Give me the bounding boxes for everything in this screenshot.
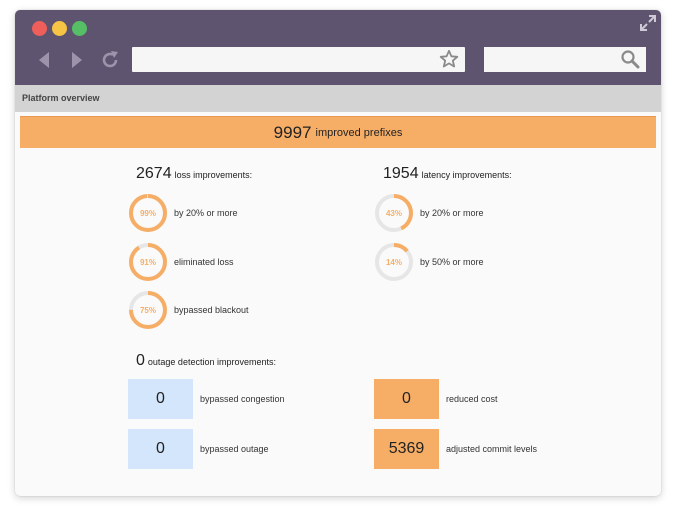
browser-window: Platform overview 9997 improved prefixes… (15, 10, 661, 496)
outage-tile-row: 0 bypassed congestion (128, 379, 285, 419)
ring-percent: 99% (139, 208, 156, 218)
latency-improvements-label: latency improvements: (421, 170, 512, 180)
ring-label: by 50% or more (420, 257, 484, 267)
loss-improvements-label: loss improvements: (174, 170, 253, 180)
back-arrow-icon[interactable] (34, 49, 56, 71)
url-input[interactable] (132, 47, 465, 72)
improved-prefixes-count: 9997 (273, 122, 312, 142)
progress-ring: 99% (128, 193, 168, 233)
stat-tile-label: bypassed outage (200, 444, 269, 454)
ring-percent: 43% (385, 208, 402, 218)
latency-item-row: 14% by 50% or more (374, 242, 484, 282)
latency-item-row: 43% by 20% or more (374, 193, 484, 233)
outage-improvements-count: 0 (136, 352, 145, 369)
ring-percent: 75% (139, 305, 156, 315)
cost-tile-row: 5369 adjusted commit levels (374, 429, 537, 469)
ring-label: by 20% or more (420, 208, 484, 218)
outage-improvements-heading: 0 outage detection improvements: (136, 352, 276, 370)
loss-improvements-heading: 2674 loss improvements: (136, 165, 252, 183)
ring-label: bypassed blackout (174, 305, 249, 315)
stat-tile-label: bypassed congestion (200, 394, 285, 404)
browser-titlebar (15, 10, 661, 85)
expand-icon[interactable] (640, 15, 656, 31)
outage-tile-row: 0 bypassed outage (128, 429, 269, 469)
progress-ring: 14% (374, 242, 414, 282)
breadcrumb: Platform overview (15, 85, 661, 112)
stat-tile: 0 (128, 379, 193, 419)
ring-label: by 20% or more (174, 208, 238, 218)
progress-ring: 75% (128, 290, 168, 330)
close-window-button[interactable] (32, 21, 47, 36)
loss-item-row: 99% by 20% or more (128, 193, 238, 233)
stat-tile: 5369 (374, 429, 439, 469)
progress-ring: 43% (374, 193, 414, 233)
stat-tile: 0 (128, 429, 193, 469)
ring-percent: 91% (139, 257, 156, 267)
progress-ring: 91% (128, 242, 168, 282)
star-icon[interactable] (439, 49, 459, 69)
search-icon[interactable] (620, 49, 640, 69)
zoom-window-button[interactable] (72, 21, 87, 36)
loss-item-row: 91% eliminated loss (128, 242, 234, 282)
outage-improvements-label: outage detection improvements: (147, 357, 276, 367)
cost-tile-row: 0 reduced cost (374, 379, 498, 419)
stat-tile-label: adjusted commit levels (446, 444, 538, 454)
ring-label: eliminated loss (174, 257, 234, 267)
latency-improvements-heading: 1954 latency improvements: (383, 165, 512, 183)
page-title: Platform overview (22, 93, 100, 103)
stat-tile-label: reduced cost (446, 394, 498, 404)
stat-tile: 0 (374, 379, 439, 419)
latency-improvements-count: 1954 (383, 165, 419, 182)
ring-percent: 14% (385, 257, 402, 267)
minimize-window-button[interactable] (52, 21, 67, 36)
loss-improvements-count: 2674 (136, 165, 172, 182)
forward-arrow-icon[interactable] (65, 49, 87, 71)
improved-prefixes-label: improved prefixes (315, 126, 403, 139)
reload-icon[interactable] (99, 49, 121, 71)
improved-prefixes-banner: 9997 improved prefixes (20, 116, 656, 148)
loss-item-row: 75% bypassed blackout (128, 290, 249, 330)
